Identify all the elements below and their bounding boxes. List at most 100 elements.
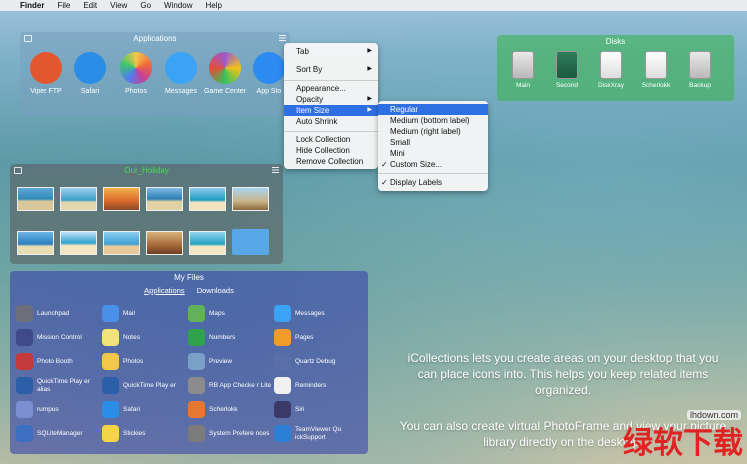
submenu-item-mini[interactable]: Mini xyxy=(378,148,488,159)
menu-item-item-size[interactable]: Item Size ▶ xyxy=(284,105,378,116)
file-item[interactable]: RB App Checke r Lite xyxy=(188,377,276,394)
photo-thumbnail[interactable] xyxy=(146,187,183,211)
app-icon xyxy=(16,305,33,322)
app-icon xyxy=(16,401,33,418)
menu-view[interactable]: View xyxy=(110,1,127,10)
menu-help[interactable]: Help xyxy=(205,1,221,10)
my-files-collection[interactable]: My Files Applications Downloads Launchpa… xyxy=(10,271,368,454)
menu-item-remove-collection[interactable]: Remove Collection xyxy=(284,156,378,167)
file-item[interactable]: TeamViewer Qu ickSupport xyxy=(274,425,362,442)
file-item[interactable]: Notes xyxy=(102,329,190,346)
disk-second[interactable]: Second xyxy=(545,51,589,89)
photo-thumbnail[interactable] xyxy=(146,231,183,255)
submenu-item-medium-right[interactable]: Medium (right label) xyxy=(378,126,488,137)
file-item[interactable]: Pages xyxy=(274,329,362,346)
file-item[interactable]: Numbers xyxy=(188,329,276,346)
file-label: rumpus xyxy=(37,405,59,413)
file-item[interactable]: Scherlokk xyxy=(188,401,276,418)
disk-main[interactable]: Main xyxy=(501,51,545,89)
file-label: Photo Booth xyxy=(37,357,73,365)
menu-finder[interactable]: Finder xyxy=(20,1,44,10)
menu-item-appearance[interactable]: Appearance... xyxy=(284,83,378,94)
app-safari[interactable]: Safari xyxy=(68,52,112,95)
menu-item-lock-collection[interactable]: Lock Collection xyxy=(284,134,378,145)
menu-item-auto-shrink[interactable]: Auto Shrink xyxy=(284,116,378,127)
collection-menu-icon[interactable] xyxy=(279,35,286,41)
menu-item-hide-collection[interactable]: Hide Collection xyxy=(284,145,378,156)
file-label: QuickTime Play er xyxy=(123,381,176,389)
menu-item-opacity[interactable]: Opacity ▶ xyxy=(284,94,378,105)
submenu-arrow-icon: ▶ xyxy=(367,48,372,54)
applications-collection[interactable]: Applications Viper FTP Safari Photos Mes… xyxy=(20,32,290,116)
photo-thumbnail[interactable] xyxy=(17,231,54,255)
menu-item-sort-by[interactable]: Sort By ▶ xyxy=(284,64,378,75)
collection-title: My Files xyxy=(174,273,204,282)
app-icon xyxy=(274,305,291,322)
photo-thumbnail[interactable] xyxy=(103,187,140,211)
disks-collection[interactable]: Disks Main Second DiskXray Scherlokk Bac… xyxy=(497,35,734,101)
file-item[interactable]: Photo Booth xyxy=(16,353,104,370)
file-item[interactable]: Quartz Debug xyxy=(274,353,362,370)
app-icon xyxy=(16,425,33,442)
photo-thumbnail[interactable] xyxy=(103,231,140,255)
file-item[interactable]: Mission Control xyxy=(16,329,104,346)
disk-backup[interactable]: Backup xyxy=(678,51,722,89)
file-label: System Prefere nces xyxy=(209,429,270,437)
file-item[interactable]: Mail xyxy=(102,305,190,322)
file-item[interactable]: Reminders xyxy=(274,377,362,394)
file-item[interactable]: QuickTime Play er xyxy=(102,377,190,394)
file-item[interactable]: SQLiteManager xyxy=(16,425,104,442)
app-photos[interactable]: Photos xyxy=(114,52,158,95)
photo-thumbnail[interactable] xyxy=(60,231,97,255)
app-messages[interactable]: Messages xyxy=(159,52,203,95)
file-item[interactable]: Maps xyxy=(188,305,276,322)
file-item[interactable]: Launchpad xyxy=(16,305,104,322)
tab-downloads[interactable]: Downloads xyxy=(197,286,234,295)
messages-icon xyxy=(165,52,197,84)
submenu-item-medium-bottom[interactable]: Medium (bottom label) xyxy=(378,115,488,126)
menu-edit[interactable]: Edit xyxy=(83,1,97,10)
photo-thumbnail[interactable] xyxy=(189,231,226,255)
file-item[interactable]: System Prefere nces xyxy=(188,425,276,442)
file-label: Quartz Debug xyxy=(295,357,336,365)
file-item[interactable]: Photos xyxy=(102,353,190,370)
file-item[interactable]: Siri xyxy=(274,401,362,418)
app-game-center[interactable]: Game Center xyxy=(203,52,247,95)
app-icon xyxy=(16,353,33,370)
collection-menu-icon[interactable] xyxy=(272,167,279,173)
submenu-item-regular[interactable]: Regular xyxy=(378,104,488,115)
checkmark-icon: ✓ xyxy=(381,160,388,169)
tab-applications[interactable]: Applications xyxy=(144,286,184,295)
file-item[interactable]: Safari xyxy=(102,401,190,418)
folder-icon[interactable] xyxy=(232,229,269,255)
photo-thumbnail[interactable] xyxy=(189,187,226,211)
menu-window[interactable]: Window xyxy=(164,1,192,10)
file-item[interactable]: Preview xyxy=(188,353,276,370)
safari-icon xyxy=(74,52,106,84)
app-icon xyxy=(102,329,119,346)
file-label: Numbers xyxy=(209,333,236,341)
collection-title: Our_Holiday xyxy=(124,166,169,175)
menu-separator xyxy=(284,80,378,81)
photo-thumbnail[interactable] xyxy=(60,187,97,211)
app-icon xyxy=(102,425,119,442)
app-icon xyxy=(274,353,291,370)
disk-scherlokk[interactable]: Scherlokk xyxy=(634,51,678,89)
submenu-item-display-labels[interactable]: ✓ Display Labels xyxy=(378,177,488,188)
file-item[interactable]: Messages xyxy=(274,305,362,322)
menu-go[interactable]: Go xyxy=(140,1,151,10)
submenu-item-small[interactable]: Small xyxy=(378,137,488,148)
file-item[interactable]: Stickies xyxy=(102,425,190,442)
app-viper-ftp[interactable]: Viper FTP xyxy=(24,52,68,95)
menu-item-tab[interactable]: Tab ▶ xyxy=(284,46,378,57)
file-item[interactable]: QuickTime Play er alias xyxy=(16,377,104,394)
file-item[interactable]: rumpus xyxy=(16,401,104,418)
submenu-item-custom-size[interactable]: ✓ Custom Size... xyxy=(378,159,488,170)
photo-thumbnail[interactable] xyxy=(17,187,54,211)
photo-frame-collection[interactable]: Our_Holiday xyxy=(10,164,283,264)
app-icon xyxy=(102,353,119,370)
photo-thumbnail[interactable] xyxy=(232,187,269,211)
disk-diskxray[interactable]: DiskXray xyxy=(589,51,633,89)
submenu-arrow-icon: ▶ xyxy=(367,107,372,113)
menu-file[interactable]: File xyxy=(57,1,70,10)
